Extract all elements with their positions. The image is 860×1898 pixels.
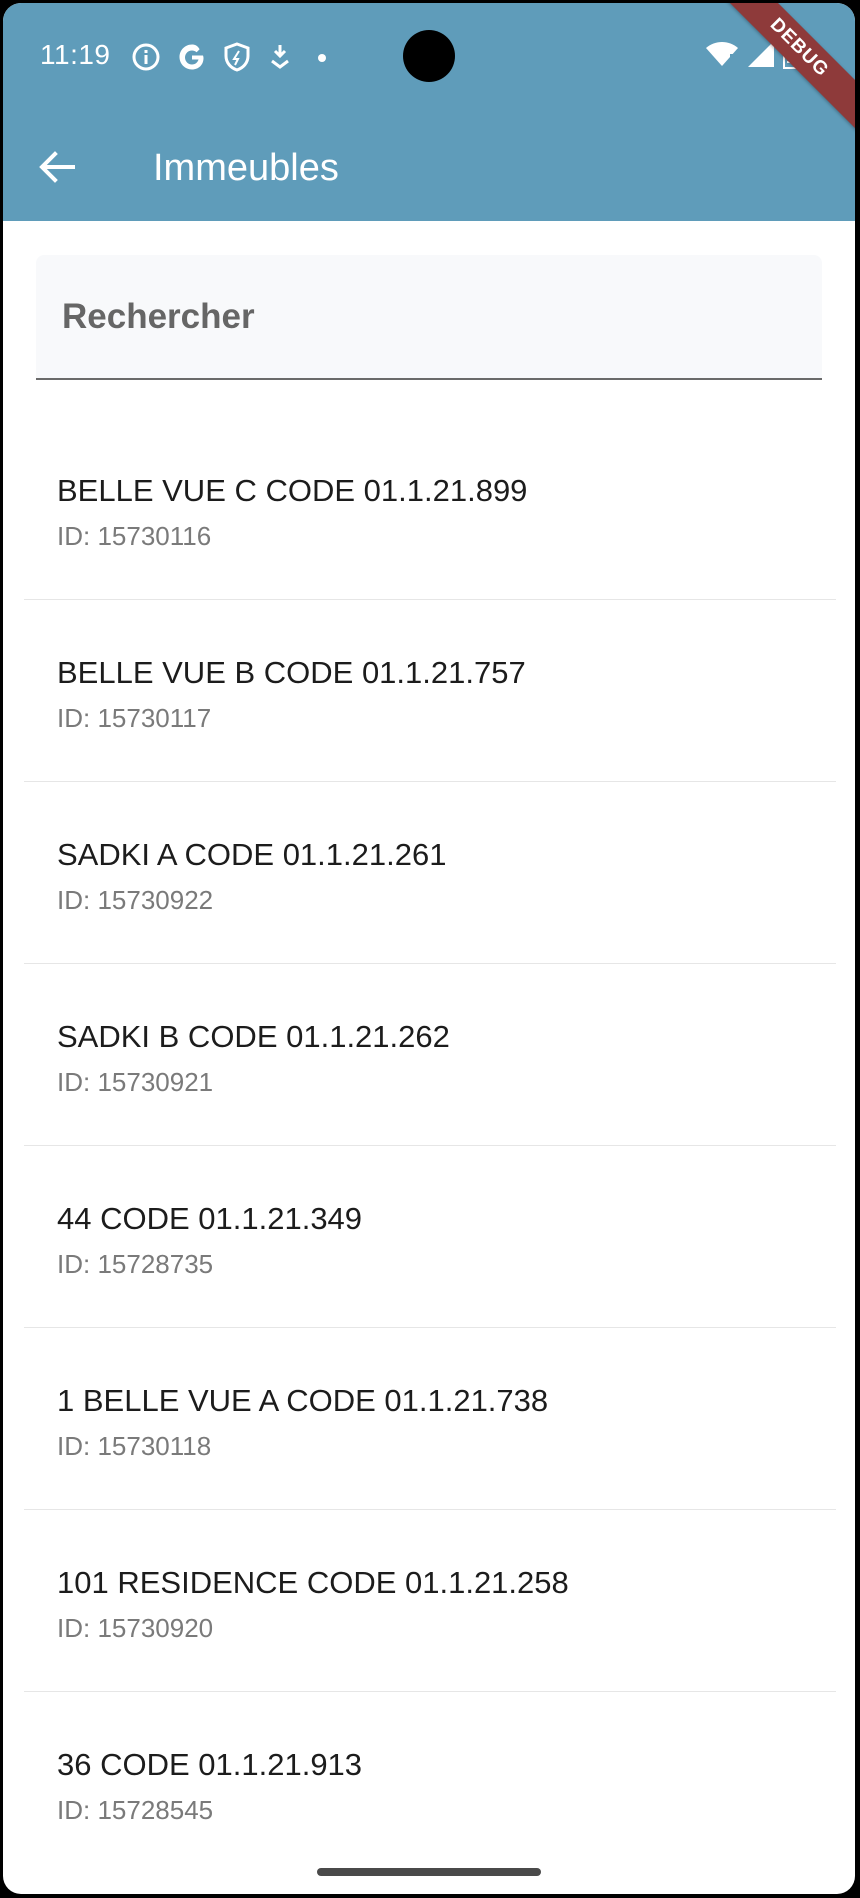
- building-name: 36 CODE 01.1.21.913: [57, 1747, 363, 1782]
- home-indicator[interactable]: [317, 1868, 541, 1876]
- building-name: 44 CODE 01.1.21.349: [57, 1201, 363, 1236]
- building-name: BELLE VUE B CODE 01.1.21.757: [57, 655, 526, 690]
- download-icon: [267, 42, 293, 72]
- app-bar: 11:19 Immeubles DEBUG: [3, 3, 855, 221]
- building-id: ID: 15730117: [57, 703, 212, 733]
- list-item[interactable]: 44 CODE 01.1.21.349 ID: 15728735: [24, 1146, 836, 1328]
- toolbar: Immeubles: [3, 113, 855, 221]
- building-list: BELLE VUE C CODE 01.1.21.899 ID: 1573011…: [24, 418, 836, 1874]
- status-time: 11:19: [40, 39, 111, 70]
- building-name: SADKI B CODE 01.1.21.262: [57, 1019, 450, 1054]
- list-item[interactable]: SADKI A CODE 01.1.21.261 ID: 15730922: [24, 782, 836, 964]
- shield-icon: [223, 42, 251, 72]
- building-id: ID: 15730118: [57, 1431, 212, 1461]
- building-id: ID: 15730921: [57, 1067, 214, 1097]
- list-item[interactable]: 1 BELLE VUE A CODE 01.1.21.738 ID: 15730…: [24, 1328, 836, 1510]
- google-icon: [177, 42, 207, 72]
- building-name: BELLE VUE C CODE 01.1.21.899: [57, 473, 528, 508]
- list-item[interactable]: BELLE VUE B CODE 01.1.21.757 ID: 1573011…: [24, 600, 836, 782]
- building-name: 1 BELLE VUE A CODE 01.1.21.738: [57, 1383, 549, 1418]
- building-id: ID: 15728735: [57, 1249, 214, 1279]
- building-name: 101 RESIDENCE CODE 01.1.21.258: [57, 1565, 569, 1600]
- wifi-icon: [705, 40, 739, 73]
- search-input[interactable]: [36, 255, 822, 378]
- phone-screen: 11:19 Immeubles DEBUG Rechercher BELLE V…: [3, 3, 855, 1894]
- building-name: SADKI A CODE 01.1.21.261: [57, 837, 447, 872]
- status-notification-icons: [131, 40, 335, 74]
- list-item[interactable]: SADKI B CODE 01.1.21.262 ID: 15730921: [24, 964, 836, 1146]
- list-item[interactable]: 101 RESIDENCE CODE 01.1.21.258 ID: 15730…: [24, 1510, 836, 1692]
- building-id: ID: 15730920: [57, 1613, 214, 1643]
- back-button[interactable]: [27, 137, 87, 197]
- building-id: ID: 15730922: [57, 885, 214, 915]
- info-icon: [131, 42, 161, 72]
- list-item[interactable]: 36 CODE 01.1.21.913 ID: 15728545: [24, 1692, 836, 1874]
- arrow-left-icon: [39, 151, 75, 183]
- list-item[interactable]: BELLE VUE C CODE 01.1.21.899 ID: 1573011…: [24, 418, 836, 600]
- building-id: ID: 15728545: [57, 1795, 214, 1825]
- search-field[interactable]: [36, 255, 822, 380]
- status-bar: 11:19: [3, 3, 855, 113]
- front-camera: [403, 30, 455, 82]
- dot-icon: [309, 42, 335, 72]
- page-title: Immeubles: [153, 147, 339, 189]
- building-id: ID: 15730116: [57, 521, 212, 551]
